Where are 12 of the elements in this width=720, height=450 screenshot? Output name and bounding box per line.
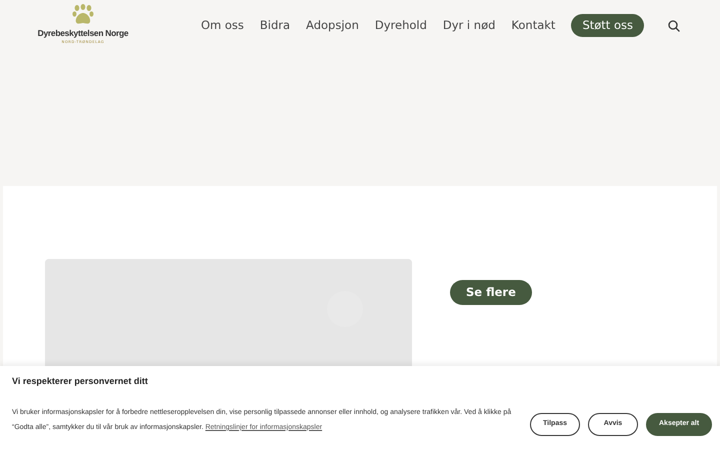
nav-link[interactable]: Om oss xyxy=(200,17,244,34)
nav-link[interactable]: Bidra xyxy=(260,17,290,34)
search-icon[interactable] xyxy=(668,20,680,32)
nav-link[interactable]: Dyrehold xyxy=(374,17,427,34)
support-button[interactable]: Støtt oss xyxy=(571,14,644,38)
cookie-title: Vi respekterer personvernet ditt xyxy=(12,375,149,388)
nav-link[interactable]: Kontakt xyxy=(511,17,556,34)
nav-link[interactable]: Dyr i nød xyxy=(442,17,496,34)
see-more-button[interactable]: Se flere xyxy=(450,280,532,305)
nav-link[interactable]: Adopsjon xyxy=(306,17,359,34)
paw-logo-icon xyxy=(72,4,94,25)
logo-name: Dyrebeskyttelsen Norge xyxy=(38,29,128,38)
